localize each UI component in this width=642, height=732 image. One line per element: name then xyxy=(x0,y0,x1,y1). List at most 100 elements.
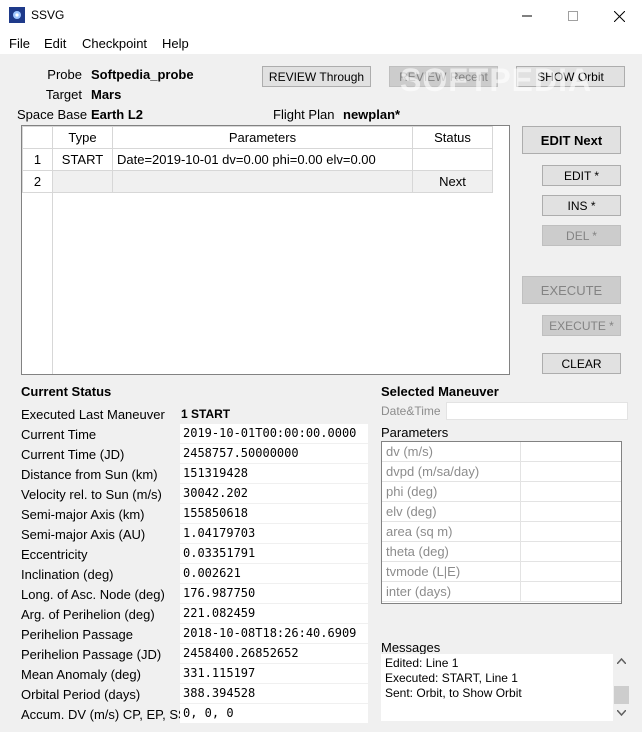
table-row[interactable]: 2 Next xyxy=(22,170,493,193)
status-label: Eccentricity xyxy=(21,547,88,562)
status-value[interactable]: 0, 0, 0 xyxy=(180,704,368,723)
row-status xyxy=(412,148,493,171)
param-row-elv[interactable]: elv (deg) xyxy=(382,502,621,522)
message-line: Edited: Line 1 xyxy=(385,656,459,670)
status-value[interactable]: 176.987750 xyxy=(180,584,368,603)
param-row-dvpd[interactable]: dvpd (m/sa/day) xyxy=(382,462,621,482)
status-label: Orbital Period (days) xyxy=(21,687,141,702)
param-label: tvmode (L|E) xyxy=(386,564,461,579)
messages-title: Messages xyxy=(381,640,441,655)
edit-next-button[interactable]: EDIT Next xyxy=(522,126,621,154)
header-type: Type xyxy=(52,126,113,149)
app-icon xyxy=(9,7,25,23)
messages-log[interactable]: Edited: Line 1 Executed: START, Line 1 S… xyxy=(381,654,613,721)
flight-plan-label: Flight Plan xyxy=(273,107,335,122)
row-parameters xyxy=(112,170,413,193)
param-row-tvmode[interactable]: tvmode (L|E) xyxy=(382,562,621,582)
status-value[interactable]: 2019-10-01T00:00:00.0000 xyxy=(180,424,368,443)
probe-label: Probe xyxy=(47,67,82,82)
clear-button[interactable]: CLEAR xyxy=(542,353,621,374)
target-label: Target xyxy=(45,87,82,102)
menu-edit[interactable]: Edit xyxy=(44,36,66,51)
status-value[interactable]: 0.002621 xyxy=(180,564,368,583)
scroll-down-icon[interactable] xyxy=(617,710,626,716)
status-value[interactable]: 155850618 xyxy=(180,504,368,523)
executed-last-value: 1 START xyxy=(181,407,231,421)
param-label: dv (m/s) xyxy=(386,444,433,459)
window-title: SSVG xyxy=(31,8,65,22)
status-label: Velocity rel. to Sun (m/s) xyxy=(21,487,162,502)
param-label: theta (deg) xyxy=(386,544,449,559)
datetime-label: Date&Time xyxy=(381,404,441,418)
row-status: Next xyxy=(412,170,493,193)
status-value[interactable]: 221.082459 xyxy=(180,604,368,623)
status-value[interactable]: 2458757.50000000 xyxy=(180,444,368,463)
datetime-field[interactable] xyxy=(446,402,628,420)
row-parameters: Date=2019-10-01 dv=0.00 phi=0.00 elv=0.0… xyxy=(112,148,413,171)
flight-plan-table: Type Parameters Status 1 START Date=2019… xyxy=(21,125,510,375)
param-row-phi[interactable]: phi (deg) xyxy=(382,482,621,502)
status-label: Semi-major Axis (km) xyxy=(21,507,145,522)
param-row-inter[interactable]: inter (days) xyxy=(382,582,621,602)
menu-help[interactable]: Help xyxy=(162,36,189,51)
param-row-area[interactable]: area (sq m) xyxy=(382,522,621,542)
status-value[interactable]: 2018-10-08T18:26:40.6909 xyxy=(180,624,368,643)
maximize-icon xyxy=(568,11,578,21)
status-value[interactable]: 151319428 xyxy=(180,464,368,483)
space-base-label: Space Base xyxy=(17,107,88,122)
menu-checkpoint[interactable]: Checkpoint xyxy=(82,36,147,51)
status-label: Accum. DV (m/s) CP, EP, SS xyxy=(21,707,187,722)
scroll-thumb[interactable] xyxy=(614,686,629,704)
scroll-up-icon[interactable] xyxy=(617,658,626,664)
table-row[interactable]: 1 START Date=2019-10-01 dv=0.00 phi=0.00… xyxy=(22,148,493,171)
row-header-column xyxy=(22,126,53,374)
param-row-theta[interactable]: theta (deg) xyxy=(382,542,621,562)
flight-plan-value: newplan* xyxy=(343,107,401,122)
execute-star-button[interactable]: EXECUTE * xyxy=(542,315,621,336)
delete-button[interactable]: DEL * xyxy=(542,225,621,246)
status-value[interactable]: 331.115197 xyxy=(180,664,368,683)
menu-file[interactable]: File xyxy=(9,36,30,51)
status-label: Arg. of Perihelion (deg) xyxy=(21,607,155,622)
status-label: Perihelion Passage (JD) xyxy=(21,647,162,662)
close-button[interactable] xyxy=(596,0,642,32)
status-value[interactable]: 30042.202 xyxy=(180,484,368,503)
status-label: Long. of Asc. Node (deg) xyxy=(21,587,165,602)
review-through-button[interactable]: REVIEW Through xyxy=(262,66,371,87)
status-label: Semi-major Axis (AU) xyxy=(21,527,146,542)
status-label: Current Time (JD) xyxy=(21,447,125,462)
status-label: Mean Anomaly (deg) xyxy=(21,667,141,682)
executed-last-label: Executed Last Maneuver xyxy=(21,407,165,422)
watermark: SOFTPEDIA xyxy=(400,62,593,98)
status-label: Perihelion Passage xyxy=(21,627,134,642)
param-label: dvpd (m/sa/day) xyxy=(386,464,480,479)
status-value[interactable]: 388.394528 xyxy=(180,684,368,703)
message-line: Executed: START, Line 1 xyxy=(385,671,518,685)
status-value[interactable]: 1.04179703 xyxy=(180,524,368,543)
param-row-dv[interactable]: dv (m/s) xyxy=(382,442,621,462)
status-label: Inclination (deg) xyxy=(21,567,114,582)
edit-button[interactable]: EDIT * xyxy=(542,165,621,186)
minimize-button[interactable] xyxy=(504,0,550,32)
status-value[interactable]: 2458400.26852652 xyxy=(180,644,368,663)
param-label: area (sq m) xyxy=(386,524,453,539)
header-parameters: Parameters xyxy=(112,126,413,149)
param-label: inter (days) xyxy=(386,584,452,599)
status-label: Distance from Sun (km) xyxy=(21,467,158,482)
parameters-title: Parameters xyxy=(381,425,449,440)
target-value: Mars xyxy=(91,87,122,102)
close-icon xyxy=(613,10,625,22)
execute-button[interactable]: EXECUTE xyxy=(522,276,621,304)
messages-scrollbar[interactable] xyxy=(613,654,630,721)
probe-value: Softpedia_probe xyxy=(91,67,194,82)
insert-button[interactable]: INS * xyxy=(542,195,621,216)
header-status: Status xyxy=(412,126,493,149)
minimize-icon xyxy=(522,15,532,17)
param-label: phi (deg) xyxy=(386,484,438,499)
plan-grid: Type Parameters Status 1 START Date=2019… xyxy=(22,126,493,193)
space-base-value: Earth L2 xyxy=(91,107,144,122)
row-type: START xyxy=(52,148,113,171)
param-label: elv (deg) xyxy=(386,504,437,519)
status-value[interactable]: 0.03351791 xyxy=(180,544,368,563)
maximize-button[interactable] xyxy=(550,0,596,32)
